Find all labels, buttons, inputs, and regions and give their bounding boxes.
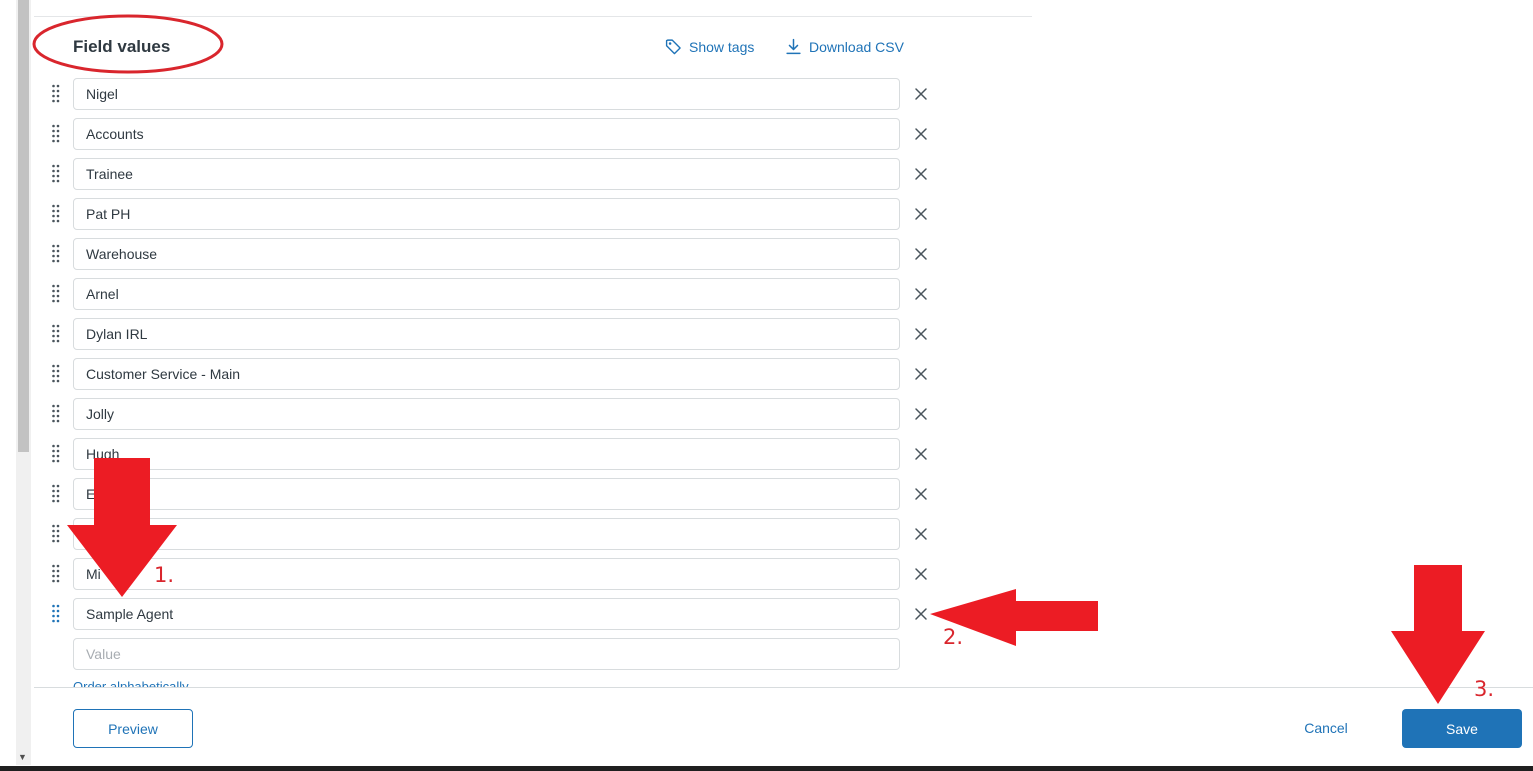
field-value-input[interactable] <box>73 518 900 550</box>
drag-handle-icon[interactable] <box>50 284 62 304</box>
field-value-row <box>50 478 940 510</box>
new-value-row <box>50 638 940 670</box>
window-bottom-edge <box>0 766 1533 771</box>
field-value-input[interactable] <box>73 478 900 510</box>
field-value-row <box>50 158 940 190</box>
drag-handle-icon[interactable] <box>50 444 62 464</box>
save-button[interactable]: Save <box>1402 709 1522 748</box>
drag-handle-icon[interactable] <box>50 404 62 424</box>
remove-value-icon[interactable] <box>913 126 929 142</box>
download-csv-label: Download CSV <box>809 38 904 55</box>
download-csv-link[interactable]: Download CSV <box>785 38 904 55</box>
remove-value-icon[interactable] <box>913 286 929 302</box>
field-value-row <box>50 518 940 550</box>
tag-icon <box>665 39 681 55</box>
remove-value-icon[interactable] <box>913 406 929 422</box>
field-value-input[interactable] <box>73 558 900 590</box>
remove-value-icon[interactable] <box>913 446 929 462</box>
scrollbar-thumb[interactable] <box>18 0 29 452</box>
remove-value-icon[interactable] <box>913 566 929 582</box>
field-value-input[interactable] <box>73 358 900 390</box>
field-value-row <box>50 238 940 270</box>
field-value-input[interactable] <box>73 78 900 110</box>
download-icon <box>786 38 801 55</box>
annotation-step-1: 1. <box>154 563 175 587</box>
remove-value-icon[interactable] <box>913 326 929 342</box>
remove-value-icon[interactable] <box>913 206 929 222</box>
field-value-input[interactable] <box>73 278 900 310</box>
order-alphabetically-link[interactable]: Order alphabetically <box>73 679 189 687</box>
field-value-row <box>50 278 940 310</box>
drag-handle-icon[interactable] <box>50 524 62 544</box>
drag-handle-icon[interactable] <box>50 84 62 104</box>
scroll-down-arrow-icon[interactable]: ▼ <box>18 752 27 762</box>
remove-value-icon[interactable] <box>913 486 929 502</box>
new-value-input[interactable] <box>73 638 900 670</box>
remove-value-icon[interactable] <box>913 166 929 182</box>
field-value-input[interactable] <box>73 198 900 230</box>
drag-handle-icon[interactable] <box>50 364 62 384</box>
field-value-row <box>50 78 940 110</box>
remove-value-icon[interactable] <box>913 606 929 622</box>
drag-handle-icon[interactable] <box>50 604 62 624</box>
drag-handle-icon[interactable] <box>50 164 62 184</box>
field-value-input[interactable] <box>73 398 900 430</box>
field-value-row <box>50 198 940 230</box>
remove-value-icon[interactable] <box>913 526 929 542</box>
remove-value-icon[interactable] <box>913 246 929 262</box>
field-value-input[interactable] <box>73 318 900 350</box>
show-tags-label: Show tags <box>689 38 755 55</box>
field-value-input[interactable] <box>73 118 900 150</box>
arrow-3-icon <box>1391 565 1485 704</box>
field-value-row <box>50 398 940 430</box>
field-value-input[interactable] <box>73 158 900 190</box>
cancel-button[interactable]: Cancel <box>1296 712 1356 744</box>
field-value-row <box>50 118 940 150</box>
drag-handle-icon[interactable] <box>50 244 62 264</box>
section-title: Field values <box>73 37 171 56</box>
remove-value-icon[interactable] <box>913 86 929 102</box>
field-value-row <box>50 558 940 590</box>
show-tags-link[interactable]: Show tags <box>665 38 754 55</box>
drag-handle-icon[interactable] <box>50 124 62 144</box>
field-value-input[interactable] <box>73 238 900 270</box>
remove-value-icon[interactable] <box>913 366 929 382</box>
field-value-row <box>50 318 940 350</box>
preview-button[interactable]: Preview <box>73 709 193 748</box>
drag-handle-icon[interactable] <box>50 324 62 344</box>
field-value-row <box>50 358 940 390</box>
annotation-step-3: 3. <box>1474 677 1495 701</box>
field-value-row <box>50 438 940 470</box>
drag-handle-icon[interactable] <box>50 564 62 584</box>
drag-handle-icon[interactable] <box>50 484 62 504</box>
field-value-input[interactable] <box>73 598 900 630</box>
annotation-step-2: 2. <box>943 625 964 649</box>
field-value-row <box>50 598 940 630</box>
section-divider <box>34 16 1032 17</box>
drag-handle-icon[interactable] <box>50 204 62 224</box>
field-value-input[interactable] <box>73 438 900 470</box>
